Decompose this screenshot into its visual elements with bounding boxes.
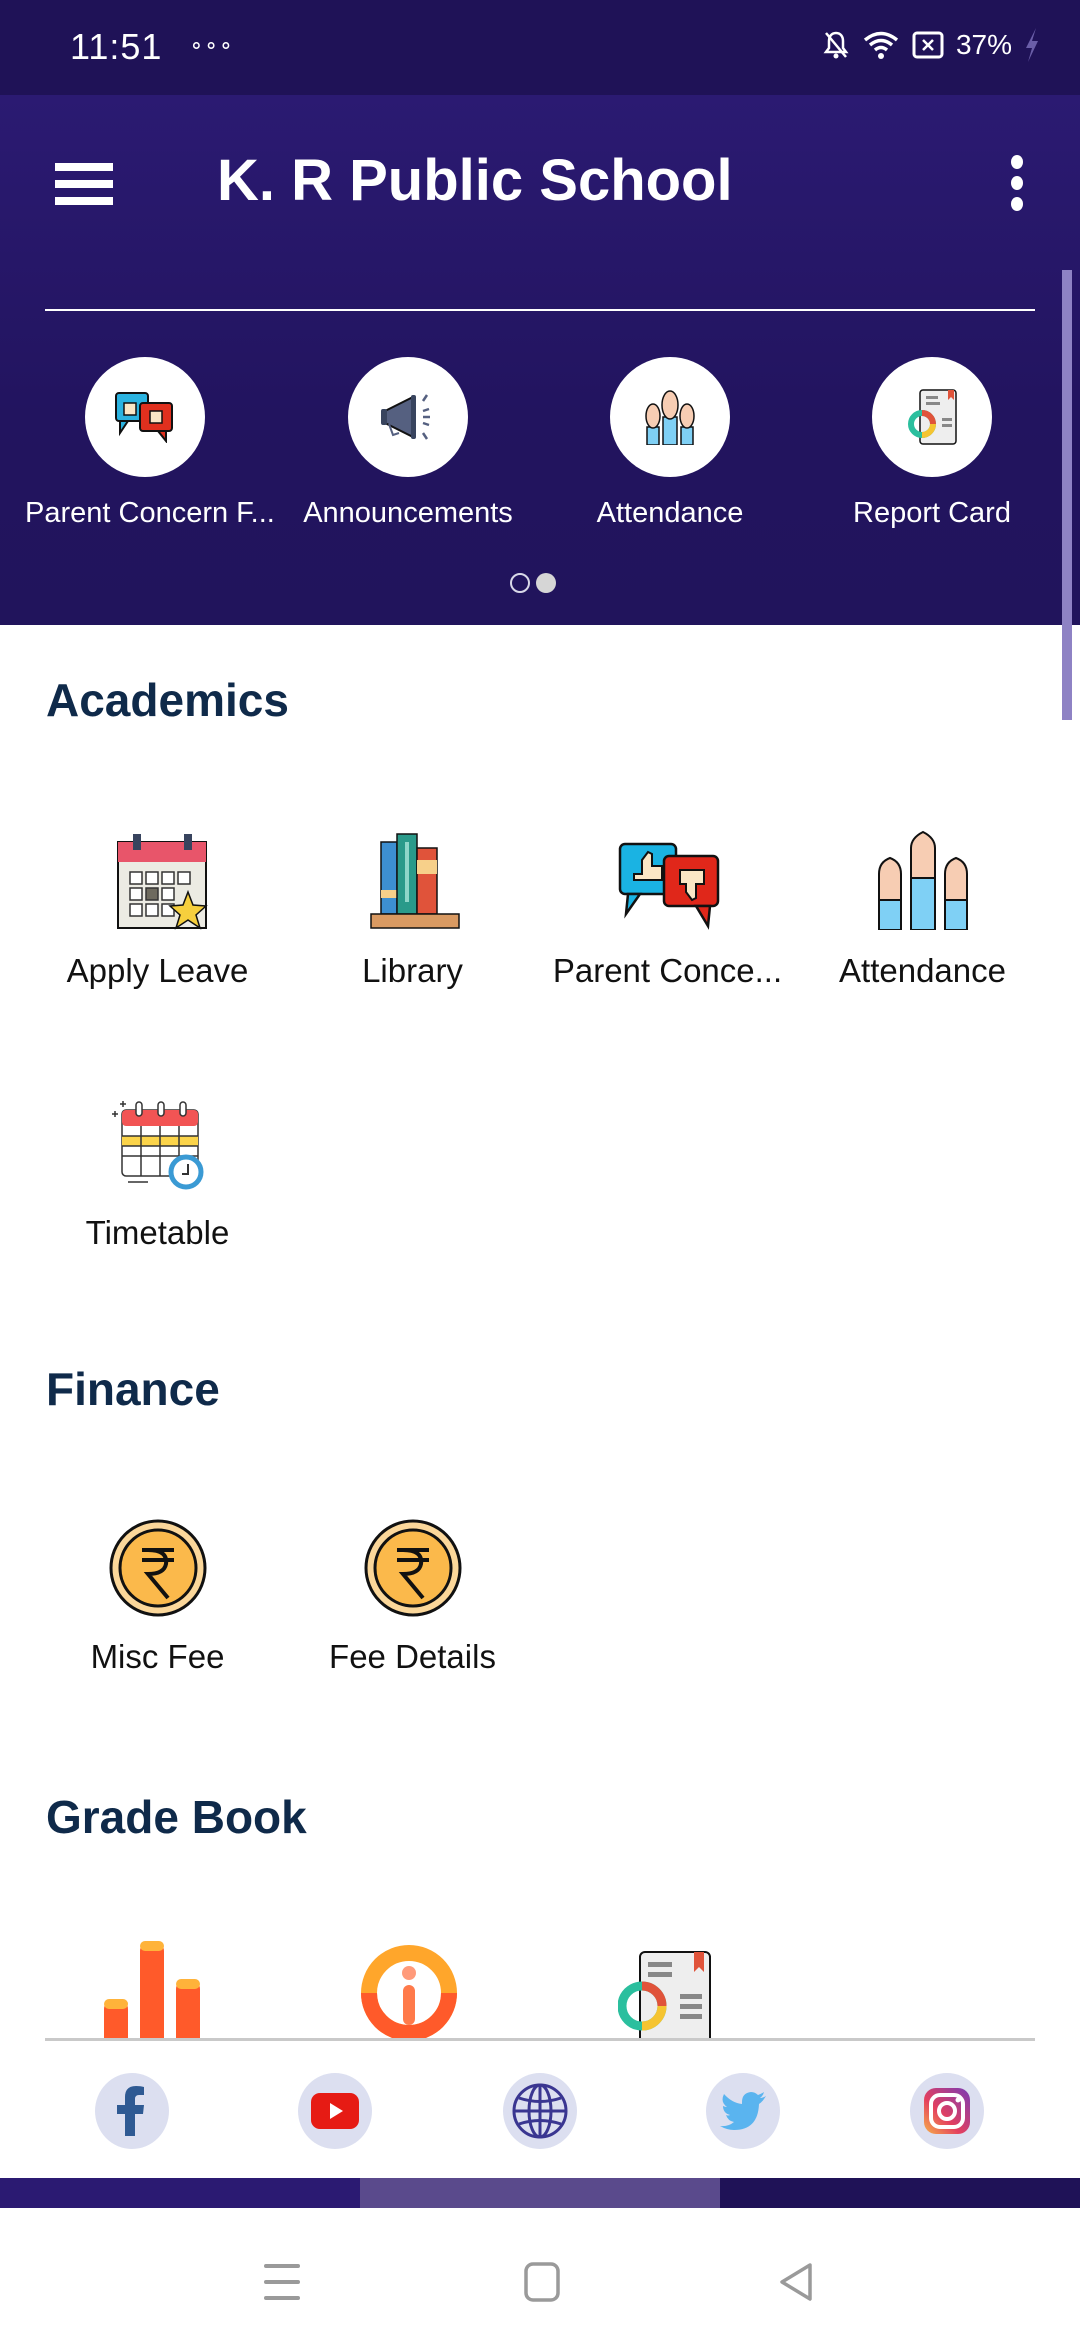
quick-item-label: Parent Concern F... [25, 497, 275, 529]
twitter-icon [720, 2092, 766, 2130]
calendar-star-icon [108, 830, 208, 930]
rupee-coin-icon [363, 1518, 463, 1617]
section-title-academics: Academics [46, 674, 289, 726]
report-card-icon [872, 357, 992, 477]
bar-chart-icon[interactable] [100, 1941, 210, 2038]
tile-misc-fee[interactable]: Misc Fee [30, 1518, 285, 1676]
battery-saver-icon [912, 31, 944, 59]
quick-item-parent-concern[interactable]: Parent Concern F... [25, 357, 275, 530]
back-icon[interactable] [776, 2262, 816, 2302]
quick-item-label: Attendance [596, 497, 744, 529]
youtube-icon [311, 2093, 359, 2129]
raised-hands-icon [873, 830, 973, 931]
bell-off-icon [823, 31, 849, 59]
page-title: K. R Public School [217, 148, 733, 213]
home-icon[interactable] [522, 2262, 562, 2302]
system-nav-bar [0, 2208, 1080, 2340]
tile-label: Attendance [839, 952, 1006, 989]
tile-label: Fee Details [329, 1638, 496, 1675]
instagram-icon [924, 2088, 970, 2134]
page-dot-1[interactable] [510, 573, 530, 593]
report-card-icon[interactable] [617, 1950, 718, 2038]
hamburger-icon[interactable] [55, 163, 113, 207]
quick-item-report-card[interactable]: Report Card [812, 357, 1052, 530]
social-youtube[interactable] [298, 2073, 372, 2149]
scrollbar[interactable] [1062, 270, 1072, 720]
tile-parent-concern[interactable]: Parent Conce... [540, 830, 795, 990]
megaphone-icon [348, 357, 468, 477]
tile-library[interactable]: Library [285, 830, 540, 990]
tile-label: Misc Fee [90, 1638, 225, 1675]
calendar-clock-icon [108, 1092, 208, 1192]
tile-apply-leave[interactable]: Apply Leave [30, 830, 285, 990]
social-instagram[interactable] [910, 2073, 984, 2149]
tile-timetable[interactable]: Timetable [30, 1092, 285, 1252]
page-dot-2-active[interactable] [536, 573, 556, 593]
rupee-coin-icon [108, 1518, 208, 1617]
page-indicator [510, 573, 556, 593]
footer-divider [45, 2038, 1035, 2041]
status-time: 11:51 [70, 26, 163, 67]
wifi-icon [863, 31, 899, 59]
grade-book-row [0, 1940, 1080, 2038]
raised-hands-icon [610, 357, 730, 477]
social-twitter[interactable] [706, 2073, 780, 2149]
social-website[interactable] [503, 2073, 577, 2149]
tile-label: Timetable [85, 1214, 230, 1251]
info-icon[interactable] [357, 1941, 467, 2038]
section-title-grade-book: Grade Book [46, 1791, 307, 1843]
quick-item-label: Report Card [853, 497, 1011, 529]
tile-fee-details[interactable]: Fee Details [285, 1518, 540, 1676]
globe-icon [512, 2083, 568, 2139]
parent-concern-icon [85, 357, 205, 477]
quick-item-label: Announcements [303, 497, 513, 529]
tile-attendance[interactable]: Attendance [795, 830, 1050, 990]
quick-item-attendance[interactable]: Attendance [550, 357, 790, 530]
facebook-icon [117, 2086, 144, 2136]
tile-label: Library [362, 952, 463, 989]
parent-concern-icon [618, 830, 719, 930]
quick-item-announcements[interactable]: Announcements [288, 357, 528, 530]
books-icon [363, 830, 463, 930]
bottom-tab-3[interactable] [720, 2178, 1080, 2208]
battery-percent: 37% [955, 29, 1012, 60]
header-divider [45, 309, 1035, 311]
tile-label: Apply Leave [66, 952, 249, 989]
more-vert-icon[interactable] [1005, 155, 1029, 215]
bottom-tab-2-active[interactable] [360, 2178, 720, 2208]
recents-icon[interactable] [262, 2262, 302, 2302]
bottom-tab-1[interactable] [0, 2178, 360, 2208]
tile-label: Parent Conce... [552, 952, 783, 989]
status-bar: 11:51 ⚬⚬⚬ 37% [0, 0, 1080, 95]
section-title-finance: Finance [46, 1363, 220, 1415]
social-facebook[interactable] [95, 2073, 169, 2149]
charging-bolt-icon [1026, 28, 1038, 62]
app-header: K. R Public School Parent Concern F... A… [0, 95, 1080, 720]
notification-dots-icon: ⚬⚬⚬ [188, 36, 234, 58]
